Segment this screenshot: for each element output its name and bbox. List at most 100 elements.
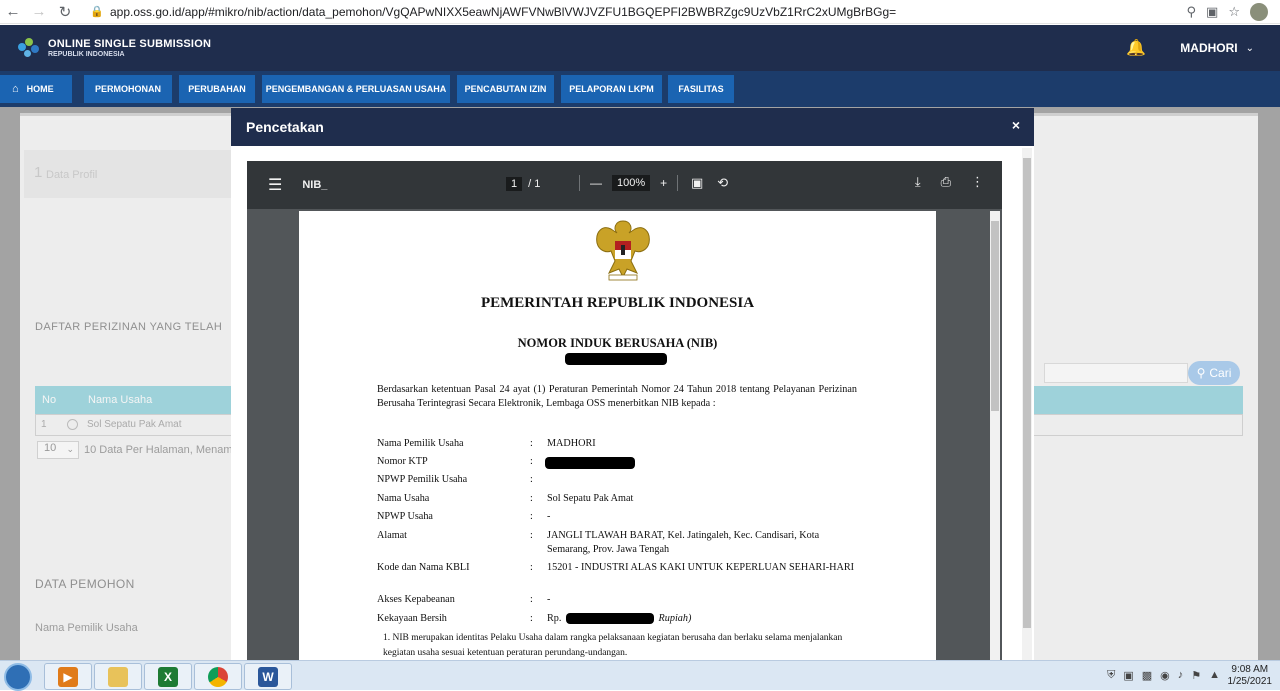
browser-toolbar: ← → ↻ 🔒 app.oss.go.id/app/#mikro/nib/act… xyxy=(0,0,1280,24)
url-text[interactable]: app.oss.go.id/app/#mikro/nib/action/data… xyxy=(110,5,896,19)
back-icon[interactable]: ← xyxy=(0,0,26,24)
fit-page-icon[interactable]: ▣ xyxy=(691,175,703,191)
redacted-amount xyxy=(565,613,654,625)
star-icon[interactable]: ☆ xyxy=(1228,4,1240,20)
taskbar-media-player[interactable]: ▶ xyxy=(44,663,92,690)
menu-fasilitas[interactable]: FASILITAS xyxy=(668,75,734,103)
per-page-value: 10 xyxy=(44,442,57,454)
field-colon: : xyxy=(530,511,533,522)
app-icon[interactable]: ◉ xyxy=(1160,669,1170,682)
profile-step-number: 1 xyxy=(34,164,43,181)
view-tools: ▣ ⟲ xyxy=(691,175,728,191)
menu-pengembangan[interactable]: PENGEMBANGAN & PERLUASAN USAHA xyxy=(262,75,450,103)
taskbar-explorer[interactable] xyxy=(94,663,142,690)
nama-pemilik-label: Nama Pemilik Usaha xyxy=(35,622,138,634)
start-button[interactable] xyxy=(4,663,32,691)
menu-pelaporan-lkpm[interactable]: PELAPORAN LKPM xyxy=(561,75,662,103)
profile-avatar[interactable] xyxy=(1250,2,1268,21)
data-pemohon-heading: DATA PEMOHON xyxy=(35,577,135,591)
speaker-icon[interactable]: ♪ xyxy=(1178,669,1184,682)
network-icon[interactable]: ▩ xyxy=(1142,669,1152,682)
more-options-icon[interactable]: ⋮ xyxy=(971,174,984,190)
row-radio[interactable] xyxy=(67,419,78,430)
cari-label: Cari xyxy=(1209,366,1232,380)
address-bar[interactable]: 🔒 app.oss.go.id/app/#mikro/nib/action/da… xyxy=(90,5,1187,19)
field-value: Rp. Rupiah) xyxy=(547,612,857,626)
zoom-controls: — 100% + xyxy=(579,175,679,191)
per-page-select[interactable]: 10 ⌄ xyxy=(37,441,79,459)
field-colon: : xyxy=(530,562,533,573)
doc-title: PEMERINTAH REPUBLIK INDONESIA xyxy=(480,295,755,311)
user-menu[interactable]: MADHORI xyxy=(1180,41,1237,55)
field-label: Nomor KTP xyxy=(377,456,428,467)
pdf-scrollbar[interactable] xyxy=(990,211,1000,660)
field-value: Sol Sepatu Pak Amat xyxy=(547,493,634,504)
shield-icon[interactable]: ⛨ xyxy=(1107,669,1115,682)
doc-subtitle: NOMOR INDUK BERUSAHA (NIB) xyxy=(517,336,718,350)
field-value: - xyxy=(547,594,551,605)
lock-icon: 🔒 xyxy=(90,6,104,18)
clock-time: 9:08 AM xyxy=(1231,664,1269,675)
menu-icon[interactable]: ☰ xyxy=(268,175,282,195)
field-colon: : xyxy=(530,613,533,624)
field-value: - xyxy=(547,511,551,522)
flag-icon[interactable]: ⚑ xyxy=(1191,669,1201,682)
menu-pencabutan-izin[interactable]: PENCABUTAN IZIN xyxy=(457,75,554,103)
modal-scrollbar[interactable] xyxy=(1022,148,1032,660)
menu-perubahan[interactable]: PERUBAHAN xyxy=(179,75,255,103)
taskbar-excel[interactable]: X xyxy=(144,663,192,690)
close-icon[interactable]: × xyxy=(1012,117,1020,133)
menu-home[interactable]: ⌂ HOME xyxy=(0,75,72,103)
field-label: Kekayaan Bersih xyxy=(377,613,447,624)
field-label: Alamat xyxy=(377,530,407,541)
field-colon: : xyxy=(530,456,533,467)
search-input[interactable] xyxy=(1044,363,1188,383)
excel-icon: X xyxy=(158,666,178,687)
chevron-down-icon: ⌄ xyxy=(66,444,74,454)
menu-permohonan[interactable]: PERMOHONAN xyxy=(84,75,172,103)
zoom-out-icon[interactable]: — xyxy=(590,176,602,190)
redacted-ktp xyxy=(545,457,635,469)
field-label: Kode dan Nama KBLI xyxy=(377,562,470,573)
chevron-down-icon[interactable]: ⌄ xyxy=(1246,43,1254,54)
logo-title: ONLINE SINGLE SUBMISSION xyxy=(48,38,212,50)
translate-icon[interactable]: ▣ xyxy=(1206,4,1218,20)
field-colon: : xyxy=(530,594,533,605)
field-label: Akses Kepabeanan xyxy=(377,594,455,605)
rotate-icon[interactable]: ⟲ xyxy=(717,175,728,191)
taskbar-chrome[interactable] xyxy=(194,663,242,690)
menu-home-label: HOME xyxy=(26,84,54,94)
download-icon[interactable]: ⤓ xyxy=(915,174,921,190)
row-nama-usaha: Sol Sepatu Pak Amat xyxy=(87,419,182,430)
chrome-icon xyxy=(208,666,228,687)
zoom-input[interactable]: 100% xyxy=(612,175,651,191)
clock[interactable]: 9:08 AM 1/25/2021 xyxy=(1228,664,1273,688)
field-value: 15201 - INDUSTRI ALAS KAKI UNTUK KEPERLU… xyxy=(547,562,855,573)
profile-step: 1 Data Profil xyxy=(24,150,234,198)
search-icon: ⚲ xyxy=(1196,366,1206,380)
pdf-actions: ⤓ ⎙ ⋮ xyxy=(915,174,984,190)
page-input[interactable]: 1 xyxy=(506,177,523,191)
main-menu: ⌂ HOME PERMOHONAN PERUBAHAN PENGEMBANGAN… xyxy=(0,71,1280,107)
print-modal: Pencetakan × ☰ NIB_ 1 / 1 — 100% + ▣ ⟲ ⤓… xyxy=(231,108,1034,660)
garuda-emblem xyxy=(596,220,650,281)
field-colon: : xyxy=(530,493,533,504)
zoom-in-icon[interactable]: + xyxy=(660,176,667,190)
print-icon[interactable]: ⎙ xyxy=(941,174,951,190)
field-colon: : xyxy=(530,474,533,485)
folder-icon xyxy=(108,666,128,687)
signal-icon[interactable]: ▲ xyxy=(1209,669,1220,682)
forward-icon[interactable]: → xyxy=(26,0,52,24)
lock-icon[interactable]: ▣ xyxy=(1123,669,1133,682)
daftar-heading: DAFTAR PERIZINAN YANG TELAH xyxy=(35,321,223,333)
reload-icon[interactable]: ↻ xyxy=(52,0,78,24)
oss-logo[interactable]: ONLINE SINGLE SUBMISSION REPUBLIK INDONE… xyxy=(16,35,211,61)
divider xyxy=(677,175,679,191)
clock-date: 1/25/2021 xyxy=(1227,676,1273,687)
bell-icon[interactable]: 🔔 xyxy=(1126,38,1146,58)
doc-intro: Berdasarkan ketentuan Pasal 24 ayat (1) … xyxy=(377,384,857,409)
cari-button[interactable]: ⚲ Cari xyxy=(1188,361,1240,385)
doc-note: 1. NIB merupakan identitas Pelaku Usaha … xyxy=(383,633,843,658)
key-icon[interactable]: ⚲ xyxy=(1187,4,1197,20)
taskbar-word[interactable]: W xyxy=(244,663,292,690)
